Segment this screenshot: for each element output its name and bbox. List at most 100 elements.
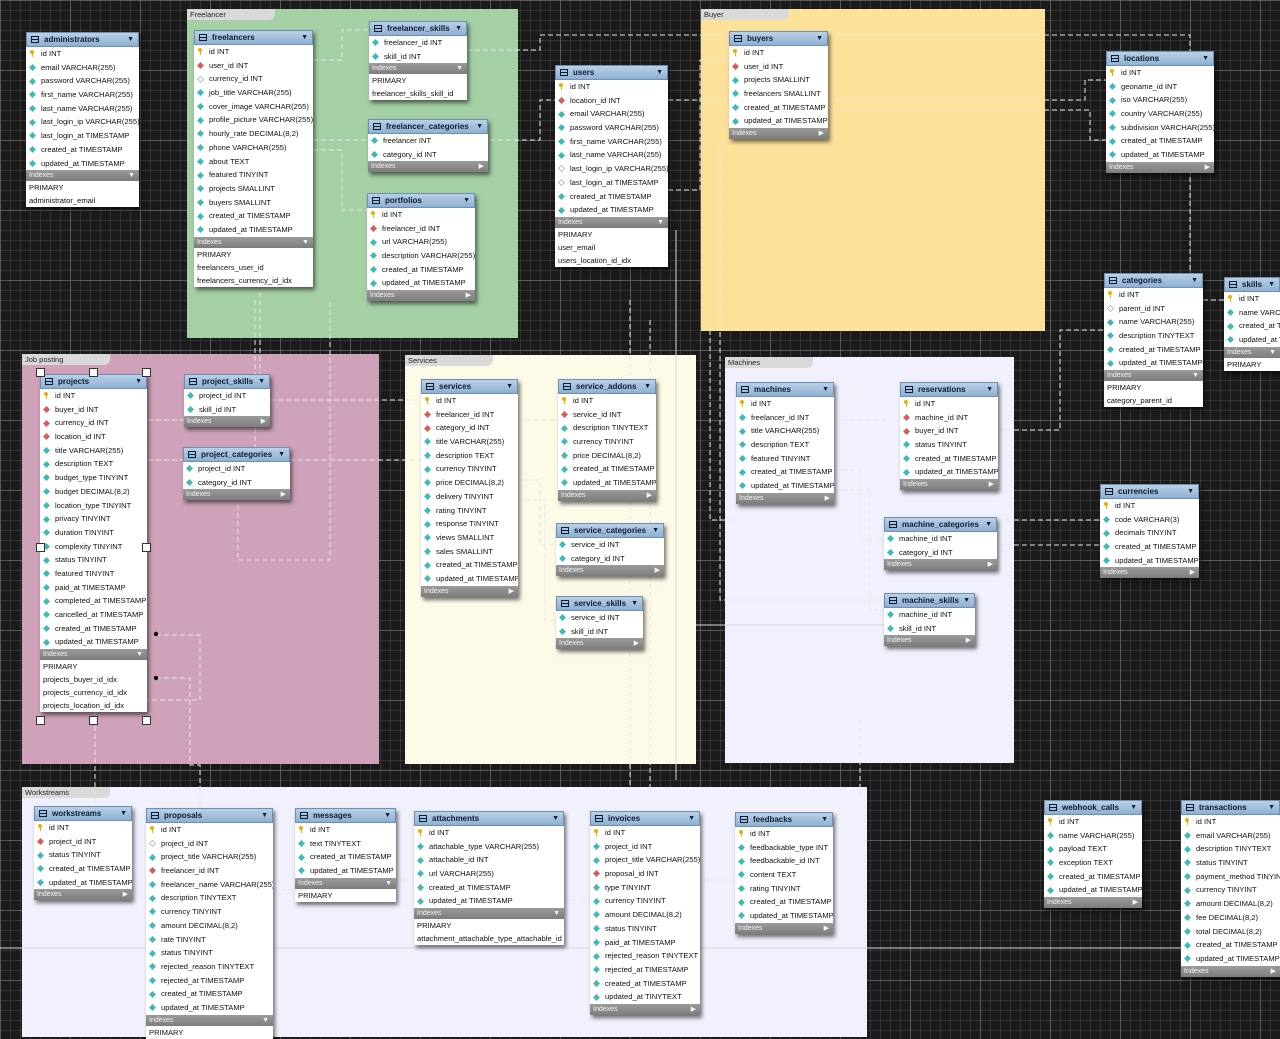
chevron-down-icon[interactable]: ▼ <box>821 816 828 823</box>
table-header[interactable]: service_addons ▼ <box>558 379 656 394</box>
table-column[interactable]: id INT <box>558 394 656 408</box>
table-column[interactable]: user_id INT <box>194 59 313 73</box>
table-column[interactable]: featured TINYINT <box>40 567 147 581</box>
chevron-right-icon[interactable]: ▼ <box>128 170 135 181</box>
table-column[interactable]: id INT <box>40 389 147 403</box>
indexes-header[interactable]: Indexes ▶ <box>590 1003 700 1015</box>
table-column[interactable]: updated_at TIMESTAMP <box>34 876 132 890</box>
table-column[interactable]: updated_at TIMESTAMP <box>194 223 313 237</box>
table-column[interactable]: created_at TIMESTAMP <box>590 977 700 991</box>
table-column[interactable]: completed_at TIMESTAMP <box>40 594 147 608</box>
table-projects[interactable]: projects ▼ id INT buyer_id INT currency_id I… <box>40 374 147 713</box>
indexes-header[interactable]: Indexes ▶ <box>900 479 998 491</box>
indexes-header[interactable]: Indexes ▼ <box>295 877 396 889</box>
table-column[interactable]: id INT <box>590 826 700 840</box>
chevron-down-icon[interactable]: ▼ <box>261 812 268 819</box>
table-column[interactable]: budget_type TINYINT <box>40 471 147 485</box>
resize-handle-top-right[interactable] <box>142 368 151 377</box>
chevron-right-icon[interactable]: ▶ <box>509 586 514 597</box>
resize-handle-bottom-left[interactable] <box>36 716 45 725</box>
indexes-header[interactable]: Indexes ▶ <box>729 128 828 140</box>
table-column[interactable]: country VARCHAR(255) <box>1106 107 1214 121</box>
table-column[interactable]: rejected_reason TINYTEXT <box>146 960 273 974</box>
table-column[interactable]: rejected_reason TINYTEXT <box>590 949 700 963</box>
chevron-right-icon[interactable]: ▶ <box>466 290 471 301</box>
chevron-down-icon[interactable]: ▼ <box>963 597 970 604</box>
chevron-right-icon[interactable]: ▶ <box>824 923 829 934</box>
table-column[interactable]: id INT <box>1044 815 1142 829</box>
table-column[interactable]: text TINYTEXT <box>295 837 396 851</box>
indexes-header[interactable]: Indexes ▼ <box>1224 346 1280 358</box>
table-column[interactable]: description TINYTEXT <box>1104 329 1203 343</box>
table-column[interactable]: status TINYINT <box>590 922 700 936</box>
table-column[interactable]: service_id INT <box>556 538 664 552</box>
table-column[interactable]: created_at TIMESTAMP <box>414 881 564 895</box>
indexes-header[interactable]: Indexes ▼ <box>414 908 564 920</box>
table-column[interactable]: updated_at TIMESTAMP <box>900 465 998 479</box>
chevron-right-icon[interactable]: ▶ <box>1205 162 1210 173</box>
table-column[interactable]: decimals TINYINT <box>1100 526 1199 540</box>
table-column[interactable]: created_at TIMESTAMP <box>1106 134 1214 148</box>
indexes-header[interactable]: Indexes ▶ <box>884 559 997 571</box>
table-column[interactable]: project_title VARCHAR(255) <box>146 850 273 864</box>
table-services[interactable]: services ▼ id INT freelancer_id INT category… <box>421 379 518 597</box>
indexes-header[interactable]: Indexes ▶ <box>736 492 834 504</box>
table-column[interactable]: freelancer_id INT <box>146 864 273 878</box>
table-column[interactable]: email VARCHAR(255) <box>1181 829 1280 843</box>
table-column[interactable]: created_at TIMESTAMP <box>1044 870 1142 884</box>
table-column[interactable]: attachable_id INT <box>414 853 564 867</box>
chevron-down-icon[interactable]: ▼ <box>644 383 651 390</box>
table-column[interactable]: currency TINYINT <box>1181 883 1280 897</box>
table-column[interactable]: subdivision VARCHAR(255) <box>1106 121 1214 135</box>
table-column[interactable]: id INT <box>555 80 668 94</box>
table-column[interactable]: attachable_type VARCHAR(255) <box>414 840 564 854</box>
table-header[interactable]: machine_categories ▼ <box>884 517 997 532</box>
table-column[interactable]: created_at TIMESTAMP <box>729 101 828 115</box>
table-column[interactable]: created_at TIMESTAMP <box>34 862 132 876</box>
chevron-down-icon[interactable]: ▼ <box>120 810 127 817</box>
indexes-header[interactable]: Indexes ▼ <box>40 649 147 661</box>
table-header[interactable]: transactions ▼ <box>1181 800 1280 815</box>
table-column[interactable]: about TEXT <box>194 155 313 169</box>
table-column[interactable]: skill_id INT <box>369 50 467 64</box>
indexes-header[interactable]: Indexes ▶ <box>34 889 132 901</box>
index-item[interactable]: PRIMARY <box>369 74 467 87</box>
chevron-down-icon[interactable]: ▼ <box>258 378 265 385</box>
table-column[interactable]: name VARCHAR(255) <box>1104 315 1203 329</box>
table-column[interactable]: exception TEXT <box>1044 856 1142 870</box>
table-column[interactable]: currency TINYINT <box>590 894 700 908</box>
table-column[interactable]: last_login_at TIMESTAMP <box>555 176 668 190</box>
table-column[interactable]: updated_at TIMESTAMP <box>146 1001 273 1015</box>
table-column[interactable]: description TEXT <box>736 438 834 452</box>
table-header[interactable]: freelancers ▼ <box>194 30 313 45</box>
index-item[interactable]: PRIMARY <box>194 248 313 261</box>
table-column[interactable]: name VARC <box>1224 306 1280 320</box>
chevron-right-icon[interactable]: ▶ <box>123 889 128 900</box>
table-column[interactable]: updated_at TIMESTAMP <box>735 909 833 923</box>
table-header[interactable]: freelancer_categories ▼ <box>368 119 488 134</box>
chevron-down-icon[interactable]: ▼ <box>1202 55 1209 62</box>
table-column[interactable]: created_at TIMESTAMP <box>736 465 834 479</box>
table-header[interactable]: buyers ▼ <box>729 31 828 46</box>
table-column[interactable]: machine_id INT <box>884 532 997 546</box>
table-column[interactable]: payment_method TINYIN <box>1181 870 1280 884</box>
chevron-down-icon[interactable]: ▼ <box>1187 488 1194 495</box>
table-column[interactable]: updated_at TIMESTAMP <box>1100 554 1199 568</box>
table-column[interactable]: category_id INT <box>556 552 664 566</box>
indexes-header[interactable]: Indexes ▶ <box>183 489 290 501</box>
table-machine-categories[interactable]: machine_categories ▼ machine_id INT categor… <box>884 517 997 571</box>
table-currencies[interactable]: currencies ▼ id INT code VARCHAR(3) decimals… <box>1100 484 1199 579</box>
table-column[interactable]: created_at TIMESTAMP <box>367 263 475 277</box>
table-column[interactable]: location_id INT <box>555 94 668 108</box>
table-column[interactable]: created_at TIMESTAMP <box>1100 540 1199 554</box>
table-column[interactable]: buyer_id INT <box>900 424 998 438</box>
table-column[interactable]: created_at TIMESTAMP <box>555 190 668 204</box>
table-column[interactable]: description TINYTEXT <box>558 421 656 435</box>
table-column[interactable]: price DECIMAL(8,2) <box>421 476 518 490</box>
table-column[interactable]: service_id INT <box>558 408 656 422</box>
table-column[interactable]: freelancer_id INT <box>367 222 475 236</box>
chevron-right-icon[interactable]: ▶ <box>1190 567 1195 578</box>
table-column[interactable]: project_id INT <box>590 840 700 854</box>
table-column[interactable]: description TINYTEXT <box>1181 842 1280 856</box>
index-item[interactable]: PRIMARY <box>414 919 564 932</box>
